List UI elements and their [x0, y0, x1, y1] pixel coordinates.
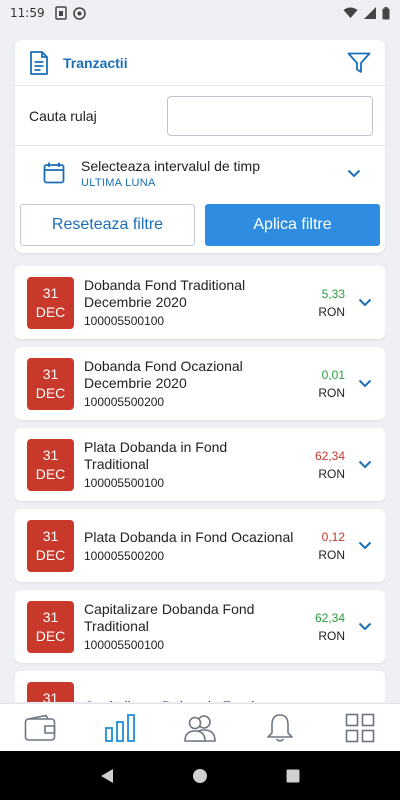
date-badge: 31 DEC — [27, 357, 74, 410]
nav-item-transactions[interactable] — [90, 704, 150, 752]
date-month: DEC — [35, 303, 66, 320]
amount-currency: RON — [318, 547, 345, 562]
expand-button[interactable] — [357, 622, 373, 631]
date-badge: 31 DEC — [27, 600, 74, 653]
transaction-card[interactable]: 31 DEC Capitalizare Dobanda Fond Tradition… — [15, 590, 385, 663]
sim-icon — [54, 6, 67, 20]
transaction-description: Plata Dobanda in Fond Ocazional — [84, 528, 294, 545]
amount-value: 0,01 — [321, 367, 345, 382]
transaction-card[interactable]: 31 DEC Dobanda Fond Ocazional Decembrie 20… — [15, 347, 385, 420]
date-day: 31 — [42, 446, 59, 463]
chevron-down-icon — [358, 460, 372, 469]
transaction-card[interactable]: 31 DEC Plata Dobanda in Fond Traditional 10… — [15, 428, 385, 501]
date-badge: 31 DEC — [27, 438, 74, 491]
date-range-label: Selecteaza intervalul de timp — [81, 157, 260, 174]
system-nav-bar — [0, 751, 400, 800]
apply-filters-button[interactable]: Aplica filtre — [205, 204, 380, 246]
expand-button[interactable] — [357, 541, 373, 550]
chevron-down-icon — [358, 298, 372, 307]
date-range-value: ULTIMA LUNA — [81, 176, 156, 189]
transaction-account: 100005500200 — [84, 548, 165, 563]
date-month: DEC — [35, 546, 66, 563]
home-icon[interactable] — [192, 768, 208, 784]
amount-value: 62,34 — [314, 448, 345, 463]
nav-item-wallet[interactable] — [10, 704, 70, 752]
chevron-down-icon — [358, 541, 372, 550]
amount-currency: RON — [318, 628, 345, 643]
date-day: 31 — [42, 527, 59, 544]
date-badge: 31DEC — [27, 681, 74, 703]
users-icon — [184, 714, 216, 742]
amount-currency: RON — [318, 385, 345, 400]
filter-header: Tranzactii — [15, 40, 385, 86]
date-badge: 31 DEC — [27, 276, 74, 329]
amount-value: 0,12 — [321, 529, 345, 544]
reset-filters-button[interactable]: Reseteaza filtre — [20, 204, 195, 246]
amount-currency: RON — [318, 466, 345, 481]
transaction-amount: 62,34 RON — [295, 609, 345, 645]
amount-value: 5,33 — [321, 286, 345, 301]
nav-item-contacts[interactable] — [170, 704, 230, 752]
document-icon — [30, 50, 48, 75]
date-month: DEC — [35, 465, 66, 482]
chevron-down-icon — [358, 622, 372, 631]
expand-button[interactable] — [357, 379, 373, 388]
status-bar: 11:59 — [0, 0, 400, 26]
grid-icon — [345, 713, 375, 742]
chevron-down-icon — [347, 169, 361, 177]
bottom-nav — [0, 703, 400, 751]
battery-icon — [382, 6, 390, 19]
search-input[interactable] — [167, 95, 373, 136]
transaction-description: Plata Dobanda in Fond Traditional — [84, 439, 228, 472]
transaction-amount: 0,12 — [295, 699, 345, 703]
transaction-account: 100005500100 — [84, 314, 165, 328]
amount-value: 0,12 — [295, 699, 345, 703]
calendar-icon — [43, 162, 65, 184]
transaction-description: Capitalizare Dobanda Fond Traditional — [84, 601, 255, 634]
nav-item-menu[interactable] — [330, 704, 390, 752]
date-day: 31 — [42, 689, 59, 703]
page-title: Tranzactii — [63, 54, 128, 71]
transaction-card[interactable]: 31DEC Capitalizare Dobanda Fond0,12 — [15, 671, 385, 702]
filter-icon[interactable] — [347, 52, 371, 74]
status-time: 11:59 — [10, 6, 45, 20]
transaction-amount: 0,01 RON — [295, 366, 345, 402]
recents-icon[interactable] — [285, 768, 301, 784]
bar-chart-icon — [105, 713, 135, 742]
transaction-amount: 5,33 RON — [295, 285, 345, 321]
signal-icon — [364, 7, 376, 19]
expand-button[interactable] — [357, 298, 373, 307]
transaction-account: 100005500100 — [84, 476, 165, 490]
date-day: 31 — [42, 284, 59, 301]
date-day: 31 — [42, 608, 59, 625]
date-month: DEC — [35, 384, 66, 401]
transaction-card[interactable]: 31 DEC Plata Dobanda in Fond Ocazional 1000… — [15, 509, 385, 582]
wifi-icon — [343, 7, 358, 18]
date-badge: 31 DEC — [27, 519, 74, 572]
expand-button[interactable] — [357, 460, 373, 469]
back-icon[interactable] — [99, 768, 115, 784]
transaction-card[interactable]: 31 DEC Dobanda Fond Traditional Decembrie … — [15, 266, 385, 339]
transaction-account: 100005500100 — [84, 638, 165, 652]
chevron-down-icon — [358, 379, 372, 388]
transaction-amount: 0,12 RON — [295, 528, 345, 564]
transaction-account: 100005500200 — [84, 395, 165, 409]
transaction-description: Capitalizare Dobanda Fond — [84, 698, 295, 703]
date-range-selector[interactable]: Selecteaza intervalul de timp ULTIMA LUN… — [15, 146, 385, 200]
date-day: 31 — [42, 365, 59, 382]
search-row: Cauta rulaj — [15, 86, 385, 146]
wallet-icon — [24, 714, 56, 741]
bell-icon — [267, 713, 293, 742]
search-label: Cauta rulaj — [29, 107, 97, 124]
no-disturb-icon — [72, 6, 86, 20]
transaction-amount: 62,34 RON — [295, 447, 345, 483]
nav-item-notifications[interactable] — [250, 704, 310, 752]
transaction-description: Dobanda Fond Traditional Decembrie 2020 — [84, 277, 246, 310]
transaction-list: 31 DEC Dobanda Fond Traditional Decembrie … — [15, 266, 385, 702]
filter-card: Tranzactii Cauta rulaj Selecteaza interv… — [15, 40, 385, 253]
amount-currency: RON — [318, 304, 345, 319]
amount-value: 62,34 — [314, 610, 345, 625]
date-month: DEC — [35, 627, 66, 644]
transaction-description: Dobanda Fond Ocazional Decembrie 2020 — [84, 358, 243, 391]
